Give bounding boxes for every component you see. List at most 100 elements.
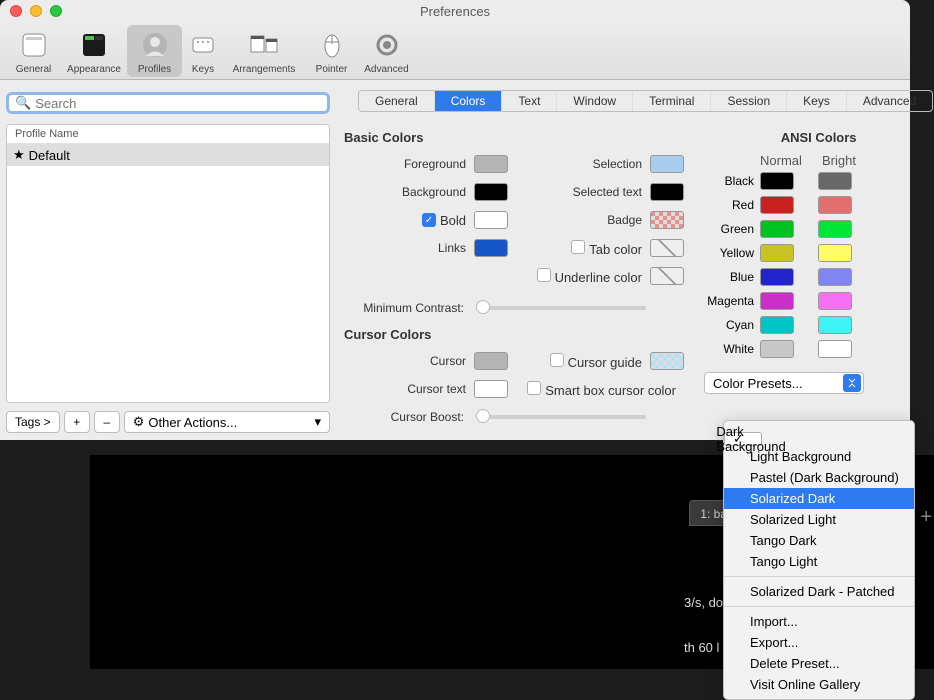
ansi-normal-swatch[interactable]	[760, 244, 794, 262]
ansi-row: Blue	[704, 268, 933, 286]
toolbar-advanced[interactable]: Advanced	[359, 25, 414, 77]
preferences-toolbar: General Appearance Profiles Keys Arrange…	[0, 22, 910, 80]
toolbar-profiles[interactable]: Profiles	[127, 25, 182, 77]
menu-item[interactable]: Export...	[724, 632, 914, 653]
tab-colors[interactable]: Colors	[435, 91, 503, 111]
menu-item[interactable]: Dark Background	[724, 432, 762, 446]
tab-session[interactable]: Session	[711, 91, 787, 111]
cursor-guide-checkbox[interactable]	[550, 353, 564, 367]
ansi-bright-swatch[interactable]	[818, 292, 852, 310]
ansi-normal-swatch[interactable]	[760, 316, 794, 334]
gear-icon: ⚙︎	[133, 414, 145, 430]
tab-general[interactable]: General	[359, 91, 435, 111]
pointer-icon	[316, 29, 348, 61]
menu-item[interactable]: Visit Online Gallery	[724, 674, 914, 695]
profiles-list: Profile Name ★Default	[6, 124, 330, 403]
tab-color-checkbox[interactable]	[571, 240, 585, 254]
ansi-row: White	[704, 340, 933, 358]
ansi-bright-swatch[interactable]	[818, 172, 852, 190]
ansi-row: Yellow	[704, 244, 933, 262]
bold-checkbox[interactable]: ✓	[422, 213, 436, 227]
cursor-boost-slider[interactable]	[476, 415, 646, 419]
basic-colors-title: Basic Colors	[344, 130, 684, 145]
profiles-icon	[139, 29, 171, 61]
ansi-bright-swatch[interactable]	[818, 196, 852, 214]
appearance-icon	[78, 29, 110, 61]
ansi-bright-swatch[interactable]	[818, 316, 852, 334]
chevron-down-icon	[843, 374, 861, 392]
tab-terminal[interactable]: Terminal	[633, 91, 711, 111]
menu-item[interactable]: Tango Dark	[724, 530, 914, 551]
badge-swatch[interactable]	[650, 211, 684, 229]
smart-box-checkbox[interactable]	[527, 381, 541, 395]
tags-button[interactable]: Tags >	[6, 411, 60, 433]
menu-item[interactable]: Pastel (Dark Background)	[724, 467, 914, 488]
cursor-text-swatch[interactable]	[474, 380, 508, 398]
chevron-down-icon: ▾	[314, 414, 321, 430]
remove-profile-button[interactable]: –	[94, 411, 120, 433]
ansi-row: Black	[704, 172, 933, 190]
menu-item[interactable]: Solarized Dark - Patched	[724, 581, 914, 602]
sidebar-actions: Tags > + – ⚙︎Other Actions...▾	[6, 411, 330, 433]
selection-swatch[interactable]	[650, 155, 684, 173]
bold-swatch[interactable]	[474, 211, 508, 229]
tab-color-swatch[interactable]	[650, 239, 684, 257]
tab-window[interactable]: Window	[557, 91, 633, 111]
tab-advanced[interactable]: Advanced	[847, 91, 932, 111]
search-field[interactable]	[35, 96, 321, 111]
preferences-window: Preferences General Appearance Profiles …	[0, 0, 910, 440]
ansi-row: Red	[704, 196, 933, 214]
ansi-bright-swatch[interactable]	[818, 244, 852, 262]
window-title: Preferences	[0, 4, 910, 19]
toolbar-arrangements[interactable]: Arrangements	[224, 25, 304, 77]
tab-text[interactable]: Text	[502, 91, 557, 111]
toolbar-keys[interactable]: Keys	[182, 25, 224, 77]
ansi-row: Green	[704, 220, 933, 238]
profile-tabs: General Colors Text Window Terminal Sess…	[358, 90, 933, 112]
selected-text-swatch[interactable]	[650, 183, 684, 201]
general-icon	[18, 29, 50, 61]
menu-item[interactable]: Import...	[724, 611, 914, 632]
ansi-normal-swatch[interactable]	[760, 196, 794, 214]
list-item[interactable]: ★Default	[7, 144, 329, 166]
ansi-normal-swatch[interactable]	[760, 172, 794, 190]
other-actions-button[interactable]: ⚙︎Other Actions...▾	[124, 411, 330, 433]
gear-icon	[371, 29, 403, 61]
menu-item[interactable]: Delete Preset...	[724, 653, 914, 674]
menu-item[interactable]: Light Background	[724, 446, 914, 467]
ansi-normal-swatch[interactable]	[760, 220, 794, 238]
ansi-row: Cyan	[704, 316, 933, 334]
ansi-bright-swatch[interactable]	[818, 220, 852, 238]
links-swatch[interactable]	[474, 239, 508, 257]
titlebar: Preferences	[0, 0, 910, 22]
tab-keys[interactable]: Keys	[787, 91, 847, 111]
add-tab-icon[interactable]: +	[920, 506, 932, 529]
foreground-swatch[interactable]	[474, 155, 508, 173]
cursor-swatch[interactable]	[474, 352, 508, 370]
underline-color-checkbox[interactable]	[537, 268, 551, 282]
add-profile-button[interactable]: +	[64, 411, 90, 433]
min-contrast-slider[interactable]	[476, 306, 646, 310]
sidebar: 🔍 Profile Name ★Default Tags > + – ⚙︎Oth…	[0, 80, 336, 439]
color-presets-button[interactable]: Color Presets...	[704, 372, 864, 394]
cursor-guide-swatch[interactable]	[650, 352, 684, 370]
background-swatch[interactable]	[474, 183, 508, 201]
ansi-normal-swatch[interactable]	[760, 340, 794, 358]
menu-item[interactable]: Tango Light	[724, 551, 914, 572]
menu-item[interactable]: Solarized Light	[724, 509, 914, 530]
ansi-bright-swatch[interactable]	[818, 340, 852, 358]
toolbar-general[interactable]: General	[6, 25, 61, 77]
ansi-normal-swatch[interactable]	[760, 292, 794, 310]
arrangements-icon	[248, 29, 280, 61]
underline-color-swatch[interactable]	[650, 267, 684, 285]
ansi-row: Magenta	[704, 292, 933, 310]
toolbar-appearance[interactable]: Appearance	[61, 25, 127, 77]
cursor-colors-title: Cursor Colors	[344, 327, 684, 342]
toolbar-pointer[interactable]: Pointer	[304, 25, 359, 77]
ansi-bright-swatch[interactable]	[818, 268, 852, 286]
search-input[interactable]: 🔍	[6, 92, 330, 114]
ansi-normal-swatch[interactable]	[760, 268, 794, 286]
menu-item[interactable]: Solarized Dark	[724, 488, 914, 509]
color-presets-menu: Dark BackgroundLight BackgroundPastel (D…	[723, 420, 915, 700]
profiles-header: Profile Name	[7, 125, 329, 144]
